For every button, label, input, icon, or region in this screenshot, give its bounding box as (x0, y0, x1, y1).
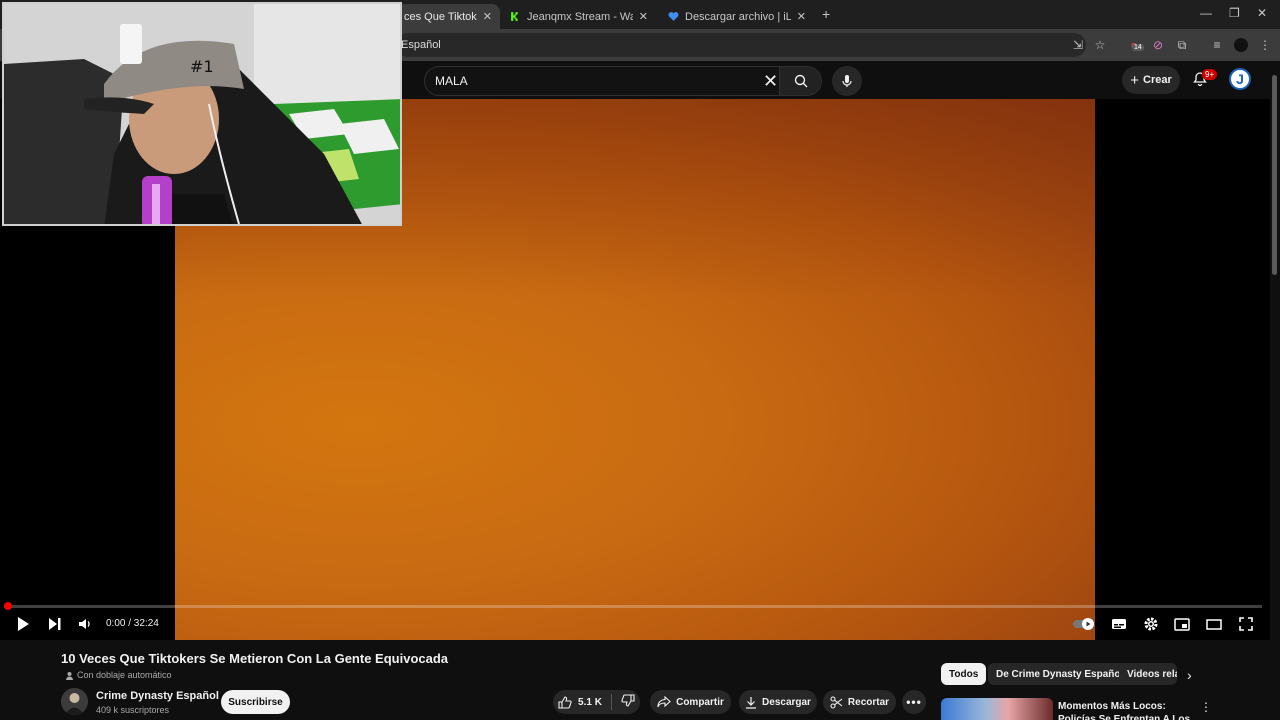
minimize-icon[interactable]: — (1200, 6, 1212, 20)
search-icon (794, 74, 807, 88)
share-icon (657, 696, 671, 708)
chip-channel[interactable]: De Crime Dynasty Español (988, 663, 1132, 685)
dub-label: Con doblaje automático (66, 670, 172, 680)
autoplay-toggle[interactable] (1072, 615, 1096, 633)
channel-avatar[interactable] (61, 688, 88, 715)
tab-iloveimg[interactable]: Descargar archivo | iLoveIMG ✕ (660, 4, 814, 29)
channel-avatar-image (61, 688, 88, 715)
subtitles-icon (1112, 619, 1126, 629)
address-bar[interactable]: Español (396, 33, 1086, 57)
chevron-right-icon[interactable]: › (1187, 667, 1192, 683)
thumbs-down-icon (621, 694, 635, 707)
like-button[interactable]: 5.1 K (558, 695, 602, 709)
download-label: Descargar (762, 696, 811, 708)
divider (610, 694, 612, 710)
voice-search-button[interactable] (832, 66, 862, 96)
volume-icon (79, 619, 90, 629)
chip-todos[interactable]: Todos (941, 663, 987, 685)
download-icon (746, 696, 757, 709)
play-icon (18, 617, 29, 631)
profile-icon[interactable]: ● (1234, 38, 1248, 52)
webcam-overlay: #1 (2, 2, 402, 226)
subtitles-button[interactable] (1110, 615, 1128, 633)
dislike-button[interactable] (621, 694, 635, 710)
clear-icon[interactable]: ✕ (763, 72, 778, 90)
miniplayer-icon (1174, 617, 1190, 631)
microphone-icon (842, 75, 852, 87)
download-button[interactable]: Descargar (739, 690, 817, 714)
chip-related[interactable]: Videos rela (1119, 663, 1177, 685)
theater-mode-icon (1206, 618, 1222, 630)
close-icon[interactable]: ✕ (797, 10, 806, 23)
fullscreen-button[interactable] (1237, 615, 1255, 633)
scrollbar-thumb[interactable] (1272, 75, 1277, 275)
tab-title: Descargar archivo | iLoveIMG (685, 10, 791, 23)
miniplayer-button[interactable] (1173, 615, 1191, 633)
tab-kick-stream[interactable]: Jeanqmx Stream - Watch Live o ✕ (502, 4, 656, 29)
subscribe-button[interactable]: Suscribirse (221, 690, 290, 714)
close-icon[interactable]: ✕ (639, 10, 648, 23)
more-vertical-icon[interactable]: ⋮ (1200, 700, 1212, 714)
scissors-icon (830, 695, 843, 709)
theater-mode-button[interactable] (1205, 615, 1223, 633)
address-text: Español (401, 39, 441, 51)
tab-youtube-video[interactable]: ces Que Tiktokers Se ✕ (396, 4, 500, 29)
window-close-icon[interactable]: ✕ (1257, 6, 1267, 20)
mute-button[interactable] (77, 615, 95, 633)
channel-name[interactable]: Crime Dynasty Español (96, 690, 219, 702)
search-input[interactable] (425, 74, 755, 88)
new-tab-button[interactable]: + (822, 6, 830, 22)
close-icon[interactable]: ✕ (483, 10, 492, 23)
progress-scrubber[interactable] (4, 602, 12, 610)
create-button[interactable]: + Crear (1122, 66, 1180, 94)
kebab-menu-icon[interactable]: ⋮ (1258, 38, 1272, 52)
tab-title: ces Que Tiktokers Se (404, 10, 477, 23)
settings-button[interactable] (1142, 615, 1160, 633)
webcam-feed-image: #1 (4, 4, 400, 224)
kick-logo-icon (510, 11, 521, 22)
share-label: Compartir (676, 696, 724, 708)
clip-button[interactable]: Recortar (823, 690, 896, 714)
dub-label-text: Con doblaje automático (77, 670, 172, 680)
heart-icon (668, 12, 679, 21)
page-scrollbar[interactable] (1270, 61, 1280, 720)
install-app-icon[interactable]: ⇲ (1071, 38, 1085, 52)
like-dislike-group: 5.1 K (553, 690, 640, 714)
play-button[interactable] (14, 615, 32, 633)
extension-icon[interactable]: ⊘ (1151, 38, 1165, 52)
progress-bar[interactable] (8, 605, 1262, 608)
star-icon[interactable]: ☆ (1093, 38, 1107, 52)
media-control-icon[interactable]: ≡ (1210, 38, 1224, 52)
time-display: 0:00 / 32:24 (106, 618, 159, 629)
recommendation-thumbnail[interactable] (941, 698, 1053, 720)
tab-title: Jeanqmx Stream - Watch Live o (527, 10, 633, 23)
more-horizontal-icon: ••• (906, 695, 922, 709)
person-voice-icon (66, 671, 73, 680)
subscriber-count: 409 k suscriptores (96, 705, 170, 715)
maximize-icon[interactable]: ❐ (1229, 6, 1240, 20)
extension-badge: 14 (1132, 44, 1144, 51)
recommendation-title[interactable]: Momentos Más Locos: Policías Se Enfrenta… (1058, 700, 1198, 720)
search-box: ✕ (424, 66, 822, 96)
plus-icon: + (1130, 71, 1139, 89)
gear-icon (1144, 617, 1158, 631)
avatar[interactable]: J (1229, 68, 1251, 90)
clip-label: Recortar (847, 696, 890, 708)
share-button[interactable]: Compartir (650, 690, 731, 714)
skip-next-icon (49, 618, 61, 630)
search-button[interactable] (779, 67, 821, 95)
notification-badge: 9+ (1202, 69, 1218, 80)
autoplay-toggle-icon (1073, 618, 1094, 630)
puzzle-icon[interactable]: ⧉ (1175, 38, 1189, 52)
next-button[interactable] (46, 615, 64, 633)
create-label: Crear (1143, 74, 1172, 86)
svg-text:#1: #1 (190, 57, 214, 76)
video-title: 10 Veces Que Tiktokers Se Metieron Con L… (61, 651, 449, 666)
more-actions-button[interactable]: ••• (902, 690, 926, 714)
thumbs-up-icon (558, 695, 572, 709)
fullscreen-icon (1239, 617, 1253, 631)
like-count: 5.1 K (578, 696, 602, 708)
